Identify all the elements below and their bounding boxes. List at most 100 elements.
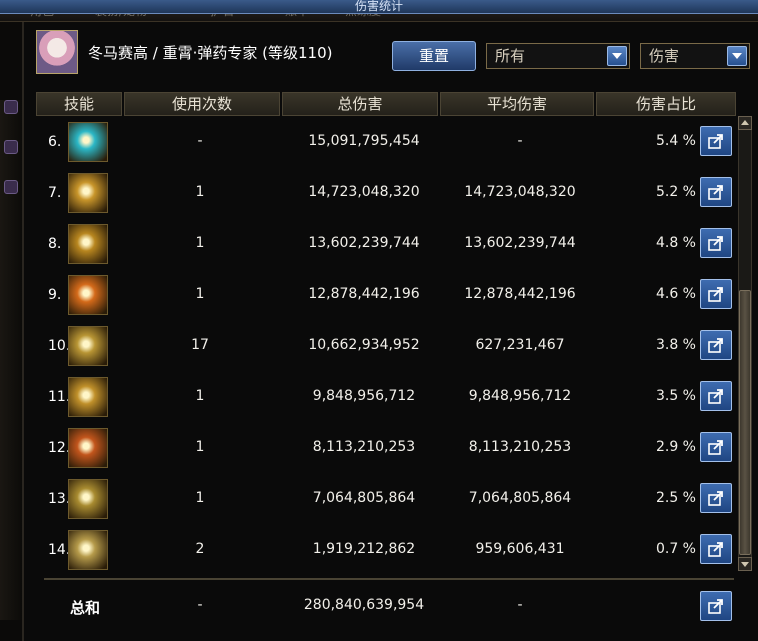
shell-sparkle-skill-icon — [68, 530, 108, 570]
table-row: 7. 1 14,723,048,320 14,723,048,320 5.2 % — [36, 168, 736, 219]
share-arrow-icon — [708, 599, 723, 614]
row-damage-share: 3.8 % — [655, 337, 696, 353]
total-uses: - — [197, 597, 203, 613]
share-arrow-icon — [708, 389, 723, 404]
share-arrow-icon — [708, 338, 723, 353]
row-uses: 1 — [195, 235, 205, 251]
share-arrow-icon — [708, 491, 723, 506]
row-damage-share: 4.8 % — [655, 235, 696, 251]
share-arrow-icon — [708, 134, 723, 149]
share-arrow-icon — [708, 185, 723, 200]
grenade-cross-skill-icon — [68, 479, 108, 519]
column-header-skill[interactable]: 技能 — [36, 92, 122, 116]
row-avg-damage: 627,231,467 — [475, 337, 565, 353]
share-button[interactable] — [700, 279, 732, 309]
row-damage-share: 4.6 % — [655, 286, 696, 302]
side-gem-icon — [4, 140, 18, 154]
chevron-down-icon[interactable] — [607, 46, 627, 66]
stats-header: 冬马赛高 / 重霄·弹药专家 (等级110) 重置 所有 伤害 — [36, 30, 756, 76]
metric-dropdown[interactable]: 伤害 — [640, 43, 750, 69]
total-avg-damage: - — [517, 597, 523, 613]
row-damage-share: 0.7 % — [655, 541, 696, 557]
share-button[interactable] — [700, 228, 732, 258]
total-row: 总和 - 280,840,639,954 - — [36, 580, 736, 631]
character-name-label: 冬马赛高 / 重霄·弹药专家 (等级110) — [88, 44, 333, 62]
row-damage-share: 5.4 % — [655, 133, 696, 149]
row-total-damage: 13,602,239,744 — [308, 235, 420, 251]
character-avatar — [36, 30, 78, 74]
share-arrow-icon — [708, 542, 723, 557]
row-avg-damage: 12,878,442,196 — [464, 286, 576, 302]
row-avg-damage: 14,723,048,320 — [464, 184, 576, 200]
golden-explosion-skill-icon — [68, 224, 108, 264]
row-total-damage: 8,113,210,253 — [312, 439, 416, 455]
row-total-damage: 7,064,805,864 — [312, 490, 416, 506]
row-uses: 1 — [195, 286, 205, 302]
row-damage-share: 2.5 % — [655, 490, 696, 506]
row-total-damage: 1,919,212,862 — [312, 541, 416, 557]
total-damage: 280,840,639,954 — [303, 597, 425, 613]
table-row: 9. 1 12,878,442,196 12,878,442,196 4.6 % — [36, 270, 736, 321]
background-side-strip — [0, 100, 22, 620]
row-rank: 11. — [48, 389, 71, 405]
row-rank: 12. — [48, 440, 71, 456]
row-damage-share: 3.5 % — [655, 388, 696, 404]
table-row: 12. 1 8,113,210,253 8,113,210,253 2.9 % — [36, 423, 736, 474]
share-button[interactable] — [700, 177, 732, 207]
row-uses: 17 — [191, 337, 209, 353]
table-row: 10. 17 10,662,934,952 627,231,467 3.8 % — [36, 321, 736, 372]
share-button[interactable] — [700, 591, 732, 621]
filter-dropdown-value: 所有 — [495, 47, 526, 65]
row-avg-damage: - — [517, 133, 523, 149]
row-avg-damage: 7,064,805,864 — [468, 490, 572, 506]
fire-rays-skill-icon — [68, 275, 108, 315]
share-button[interactable] — [700, 126, 732, 156]
scroll-down-arrow-icon[interactable] — [738, 557, 752, 571]
grenade-sparkle-skill-icon — [68, 326, 108, 366]
table-row: 6. - 15,091,795,454 - 5.4 % — [36, 117, 736, 168]
column-header-uses[interactable]: 使用次数 — [124, 92, 280, 116]
row-rank: 14. — [48, 542, 71, 558]
cyan-burst-skill-icon — [68, 122, 108, 162]
share-button[interactable] — [700, 534, 732, 564]
row-total-damage: 9,848,956,712 — [312, 388, 416, 404]
row-uses: - — [197, 133, 203, 149]
scrollbar-thumb[interactable] — [739, 290, 751, 555]
row-rank: 13. — [48, 491, 71, 507]
golden-wave-skill-icon — [68, 377, 108, 417]
row-uses: 1 — [195, 439, 205, 455]
column-header-damage-share[interactable]: 伤害占比 — [596, 92, 736, 116]
row-total-damage: 10,662,934,952 — [308, 337, 420, 353]
table-row: 13. 1 7,064,805,864 7,064,805,864 2.5 % — [36, 474, 736, 525]
column-header-avg-damage[interactable]: 平均伤害 — [440, 92, 594, 116]
share-button[interactable] — [700, 381, 732, 411]
metric-dropdown-value: 伤害 — [649, 47, 680, 65]
row-rank: 9. — [48, 287, 62, 303]
scroll-up-arrow-icon[interactable] — [738, 116, 752, 130]
golden-blast-skill-icon — [68, 173, 108, 213]
share-arrow-icon — [708, 440, 723, 455]
row-rank: 8. — [48, 236, 62, 252]
row-total-damage: 12,878,442,196 — [308, 286, 420, 302]
share-button[interactable] — [700, 330, 732, 360]
row-avg-damage: 8,113,210,253 — [468, 439, 572, 455]
table-row: 14. 2 1,919,212,862 959,606,431 0.7 % — [36, 525, 736, 576]
filter-dropdown[interactable]: 所有 — [486, 43, 630, 69]
row-rank: 6. — [48, 134, 62, 150]
row-total-damage: 15,091,795,454 — [308, 133, 420, 149]
row-rank: 7. — [48, 185, 62, 201]
row-avg-damage: 959,606,431 — [475, 541, 565, 557]
share-button[interactable] — [700, 432, 732, 462]
row-avg-damage: 9,848,956,712 — [468, 388, 572, 404]
row-rank: 10. — [48, 338, 71, 354]
chevron-down-icon[interactable] — [727, 46, 747, 66]
reset-button[interactable]: 重置 — [392, 41, 476, 71]
share-button[interactable] — [700, 483, 732, 513]
column-header-total-damage[interactable]: 总伤害 — [282, 92, 438, 116]
target-ring-skill-icon — [68, 428, 108, 468]
row-damage-share: 2.9 % — [655, 439, 696, 455]
table-row: 8. 1 13,602,239,744 13,602,239,744 4.8 % — [36, 219, 736, 270]
row-damage-share: 5.2 % — [655, 184, 696, 200]
side-gem-icon — [4, 180, 18, 194]
row-uses: 2 — [195, 541, 205, 557]
